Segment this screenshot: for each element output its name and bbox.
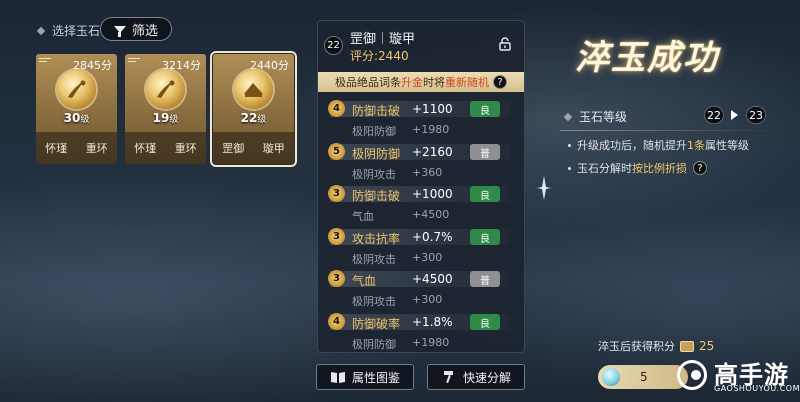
quick-decompose-button[interactable]: 快速分解 [427, 364, 525, 390]
decompose-info-line: 玉石分解时按比例折损 ? [568, 160, 707, 176]
attr-row: 3 防御击破 +1000 良 [328, 184, 518, 204]
sub-attr-row: 气血 +4500 [352, 208, 450, 223]
select-jade-label: 选择玉石 [36, 22, 101, 39]
attr-value: +4500 [412, 272, 453, 286]
attr-row: 5 极阴防御 +2160 普 [328, 142, 518, 162]
card-level: 22级 [240, 111, 267, 125]
divider [560, 130, 780, 131]
card-names: 罡御 璇甲 [213, 132, 294, 164]
card-names: 怀瑾 重环 [36, 132, 117, 164]
select-jade-text: 选择玉石 [52, 24, 101, 38]
card-level: 19级 [152, 111, 179, 125]
level-badge: 22 [324, 36, 343, 55]
reward-count: 25 [699, 339, 715, 353]
jade-name-b: 璇甲 [389, 32, 416, 47]
card-names: 怀瑾 重环 [125, 132, 206, 164]
card-name-a: 罡御 [222, 142, 245, 155]
chest-icon [680, 340, 694, 352]
reroll-notice: 极品绝品词条升金时将重新随机 ? [318, 72, 524, 92]
currency-value: 5 [640, 370, 648, 384]
attr-name: 防御破率 [352, 317, 401, 331]
book-icon [330, 372, 345, 383]
jade-card-2[interactable]: 3214分 19级 怀瑾 重环 [125, 54, 206, 164]
filter-button[interactable]: 筛选 [100, 17, 172, 41]
card-name-b: 重环 [174, 142, 197, 155]
quality-tag: 良 [470, 101, 500, 117]
grade-from: 22 [704, 106, 724, 124]
gem-icon [602, 368, 620, 386]
sub-attr-row: 极阴防御 +1980 [352, 336, 450, 351]
watermark-url: GAOSHOUYOU.COM [714, 384, 800, 393]
name-divider [382, 31, 384, 44]
diamond-bullet-icon [36, 26, 46, 35]
hammer-icon [443, 371, 453, 384]
arrow-right-icon [731, 110, 738, 120]
quality-tag: 良 [470, 314, 500, 330]
unlock-icon[interactable] [498, 37, 512, 51]
quick-decompose-label: 快速分解 [462, 370, 511, 385]
shield-coin-icon [234, 70, 273, 109]
jade-name: 罡御 璇甲 [350, 28, 415, 47]
currency-pill: 5 [598, 365, 688, 389]
attr-name: 攻击抗率 [352, 232, 401, 246]
attr-level: 4 [328, 313, 345, 330]
jade-score: 评分:2440 [350, 49, 409, 63]
jade-card-1[interactable]: 2845分 30级 怀瑾 重环 [36, 54, 117, 164]
jade-name-a: 罡御 [350, 32, 377, 47]
sub-attr-row: 极阳防御 +1980 [352, 123, 450, 138]
jade-grade-label: 玉石等级 [563, 108, 627, 125]
quality-tag: 良 [470, 229, 500, 245]
attr-name: 防御击破 [352, 104, 401, 118]
funnel-icon [113, 25, 126, 37]
attr-level: 3 [328, 270, 345, 287]
card-name-a: 怀瑾 [45, 142, 68, 155]
attr-value: +0.7% [412, 230, 453, 244]
filter-label: 筛选 [131, 23, 158, 39]
attr-name: 气血 [352, 274, 377, 288]
reward-points: 淬玉后获得积分 25 [598, 339, 715, 353]
attr-value: +1000 [412, 187, 453, 201]
card-level: 30级 [63, 111, 90, 125]
diamond-bullet-icon [563, 112, 573, 121]
jade-coin-icon [57, 70, 96, 109]
attr-level: 5 [328, 143, 345, 160]
attr-row: 3 气血 +4500 普 [328, 269, 518, 289]
attr-row: 4 防御击破 +1100 良 [328, 99, 518, 119]
quality-tag: 良 [470, 186, 500, 202]
quality-tag: 普 [470, 271, 500, 287]
attribute-book-label: 属性图鉴 [351, 370, 400, 385]
attr-row: 3 攻击抗率 +0.7% 良 [328, 227, 518, 247]
sub-attr-row: 极阴攻击 +360 [352, 166, 443, 181]
attr-level: 4 [328, 100, 345, 117]
sparkle-icon [537, 176, 551, 200]
quality-tag: 普 [470, 144, 500, 160]
upgrade-info-line: 升级成功后，随机提升1条属性等级 [568, 137, 749, 153]
jade-card-3-selected[interactable]: 2440分 22级 罡御 璇甲 [210, 51, 297, 167]
help-icon[interactable]: ? [693, 161, 707, 175]
watermark-logo-icon [677, 360, 707, 390]
card-corner-icon [128, 56, 140, 64]
attr-value: +1.8% [412, 315, 453, 329]
attr-name: 极阴防御 [352, 147, 401, 161]
attr-level: 3 [328, 185, 345, 202]
card-name-b: 重环 [85, 142, 108, 155]
attr-value: +1100 [412, 102, 453, 116]
attr-row: 4 防御破率 +1.8% 良 [328, 312, 518, 332]
attr-value: +2160 [412, 145, 453, 159]
card-corner-icon [39, 56, 51, 64]
card-name-b: 璇甲 [262, 142, 285, 155]
grade-to: 23 [746, 106, 766, 124]
card-name-a: 怀瑾 [134, 142, 157, 155]
sub-attr-row: 极阴攻击 +300 [352, 251, 443, 266]
attribute-book-button[interactable]: 属性图鉴 [316, 364, 414, 390]
attr-level: 3 [328, 228, 345, 245]
help-icon[interactable]: ? [493, 75, 507, 89]
sub-attr-row: 极阴攻击 +300 [352, 293, 443, 308]
success-title: 淬玉成功 [575, 38, 719, 78]
attr-name: 防御击破 [352, 189, 401, 203]
jade-coin-icon [146, 70, 185, 109]
